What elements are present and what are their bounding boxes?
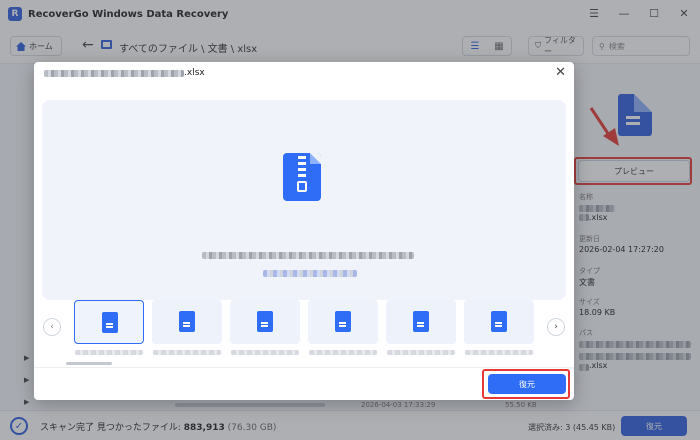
blurred-text: [263, 270, 357, 277]
file-icon: [491, 311, 507, 332]
thumbnail[interactable]: [308, 300, 378, 344]
thumbnail[interactable]: [152, 300, 222, 344]
thumbnail[interactable]: [74, 300, 144, 344]
close-icon[interactable]: ✕: [555, 65, 566, 80]
thumbnail[interactable]: [386, 300, 456, 344]
file-icon: [257, 311, 273, 332]
dialog-title: .xlsx: [44, 68, 205, 78]
divider: [34, 367, 574, 368]
file-icon: [335, 311, 351, 332]
next-arrow-icon[interactable]: ›: [547, 318, 565, 336]
thumbnail-strip: ‹ ›: [34, 300, 574, 362]
thumbnail[interactable]: [464, 300, 534, 344]
file-icon: [102, 312, 118, 333]
thumbnail-name: [231, 350, 299, 355]
thumbnail-name: [309, 350, 377, 355]
file-icon: [179, 311, 195, 332]
thumbnail[interactable]: [230, 300, 300, 344]
thumbnail-scrollbar[interactable]: [66, 362, 112, 365]
dialog-title-ext: .xlsx: [184, 68, 205, 78]
thumbnail-name: [75, 350, 143, 355]
file-icon: [413, 311, 429, 332]
thumbnail-name: [153, 350, 221, 355]
blurred-text: [202, 252, 414, 259]
preview-dialog: .xlsx ✕ ‹ › 復元: [34, 62, 574, 400]
preview-area: [42, 100, 566, 300]
blurred-filename: [44, 69, 184, 77]
prev-arrow-icon[interactable]: ‹: [43, 318, 61, 336]
thumbnail-name: [465, 350, 533, 355]
zip-file-icon: [283, 153, 321, 201]
recover-highlight-box: [482, 369, 570, 399]
thumbnail-name: [387, 350, 455, 355]
